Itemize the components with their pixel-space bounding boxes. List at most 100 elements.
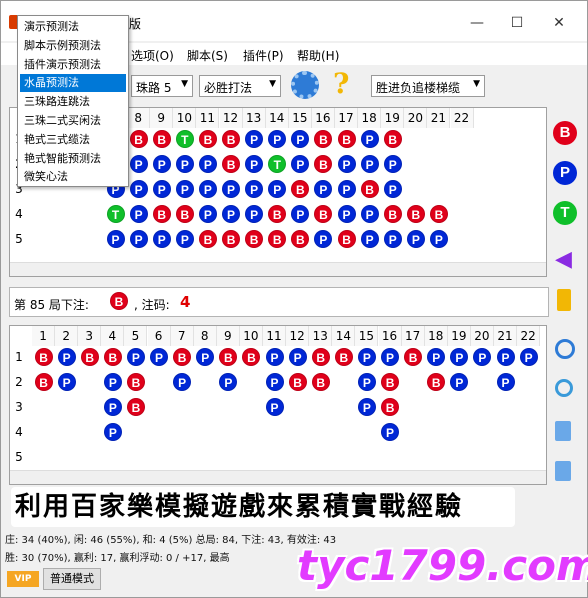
player-marker: P — [268, 130, 287, 148]
chevron-down-icon: ▼ — [181, 79, 188, 89]
export-icon[interactable] — [555, 461, 571, 481]
prediction-method-item[interactable]: 脚本示例预测法 — [20, 37, 126, 55]
player-marker: P — [383, 180, 402, 198]
banker-marker: B — [219, 348, 238, 366]
column-header: 22 — [450, 108, 474, 128]
player-marker: P — [450, 373, 469, 391]
banker-marker: B — [404, 348, 423, 366]
prediction-method-item[interactable]: 插件演示预测法 — [20, 56, 126, 74]
window-title: 版 — [129, 17, 142, 31]
column-header: 20 — [470, 326, 494, 346]
side-panel: B P T ◀ — [549, 111, 583, 491]
maximize-button[interactable]: ☐ — [497, 9, 537, 37]
banker-marker: B — [268, 230, 287, 248]
column-header: 15 — [355, 326, 379, 346]
tie-marker: T — [268, 155, 287, 173]
banker-marker: B — [126, 373, 145, 391]
prediction-method-item[interactable]: 演示预测法 — [20, 18, 126, 36]
player-marker: P — [291, 155, 310, 173]
player-marker: P — [175, 180, 194, 198]
player-marker: P — [219, 373, 238, 391]
column-header: 12 — [219, 108, 243, 128]
import-icon[interactable] — [555, 421, 571, 441]
menu-plugin[interactable]: 插件(P) — [243, 47, 284, 64]
player-marker: P — [383, 230, 402, 248]
prediction-method-item[interactable]: 水晶预测法 — [20, 74, 126, 93]
menu-options[interactable]: 选项(O) — [131, 47, 174, 64]
banker-marker: B — [427, 373, 446, 391]
tie-button[interactable]: T — [553, 201, 577, 225]
player-marker: P — [473, 348, 492, 366]
column-header: 19 — [381, 108, 405, 128]
player-marker: P — [265, 398, 284, 416]
close-button[interactable]: ✕ — [539, 9, 579, 37]
site-watermark: tyc1799.com — [297, 541, 588, 590]
banker-marker: B — [34, 373, 53, 391]
banker-marker: B — [381, 373, 400, 391]
app-window: 版 — ☐ ✕ 选项(O) 脚本(S) 插件(P) 帮助(H) 珠路 5 ▼ 必胜… — [0, 0, 588, 598]
column-header: 4 — [101, 326, 125, 346]
banker-marker: B — [222, 130, 241, 148]
banker-marker: B — [152, 205, 171, 223]
banker-marker: B — [311, 373, 330, 391]
column-header: 5 — [124, 326, 148, 346]
banker-button[interactable]: B — [553, 121, 577, 145]
gear-icon[interactable] — [291, 71, 319, 99]
player-marker: P — [150, 348, 169, 366]
row-label: 5 — [15, 232, 23, 246]
menu-script[interactable]: 脚本(S) — [187, 47, 228, 64]
banker-marker: B — [311, 348, 330, 366]
banker-marker: B — [334, 348, 353, 366]
betting-select[interactable]: 胜进负追楼梯缆 ▼ — [371, 75, 485, 97]
prediction-method-item[interactable]: 微笑心法 — [20, 168, 126, 186]
help-icon[interactable]: ? — [333, 67, 349, 100]
player-marker: P — [126, 348, 145, 366]
minimize-button[interactable]: — — [457, 9, 497, 37]
strategy-select[interactable]: 必胜打法 ▼ — [199, 75, 281, 97]
banker-marker: B — [173, 348, 192, 366]
clear-brush-icon[interactable] — [557, 289, 571, 311]
banker-marker: B — [268, 205, 287, 223]
tie-marker: T — [175, 130, 194, 148]
column-header: 12 — [286, 326, 310, 346]
column-header: 13 — [309, 326, 333, 346]
banker-marker: B — [288, 373, 307, 391]
status-prefix: 第 85 局下注: — [14, 298, 89, 312]
banker-marker: B — [103, 348, 122, 366]
column-header: 10 — [173, 108, 197, 128]
player-marker: P — [103, 398, 122, 416]
prediction-method-item[interactable]: 艳式智能预测法 — [20, 150, 126, 168]
road-select[interactable]: 珠路 5 ▼ — [131, 75, 193, 97]
column-header: 6 — [147, 326, 171, 346]
banker-marker: B — [406, 205, 425, 223]
column-header: 8 — [127, 108, 151, 128]
prediction-method-item[interactable]: 三珠路连跳法 — [20, 93, 126, 111]
player-marker: P — [291, 205, 310, 223]
banker-marker: B — [314, 205, 333, 223]
player-marker: P — [268, 180, 287, 198]
player-marker: P — [152, 155, 171, 173]
horizontal-scrollbar[interactable] — [10, 262, 546, 276]
banker-marker: B — [129, 130, 148, 148]
player-marker: P — [337, 155, 356, 173]
undo-arrow-icon[interactable]: ◀ — [555, 247, 572, 272]
normal-mode-button[interactable]: 普通模式 — [43, 568, 101, 590]
player-button[interactable]: P — [553, 161, 577, 185]
column-header: 2 — [55, 326, 79, 346]
column-header: 14 — [332, 326, 356, 346]
player-marker: P — [291, 130, 310, 148]
status-amount-label: , 注码: — [134, 298, 170, 312]
vip-badge: VIP — [7, 571, 39, 587]
prediction-method-item[interactable]: 三珠二式买闲法 — [20, 112, 126, 130]
horizontal-scrollbar[interactable] — [10, 470, 546, 484]
zoom-icon[interactable] — [555, 379, 573, 397]
status-bet-marker: B — [110, 292, 128, 310]
banker-marker: B — [34, 348, 53, 366]
player-marker: P — [198, 205, 217, 223]
bottom-road-grid: 1 2 3 4 5 6 7 8 9 10 11 12 13 14 15 16 17 18 19 20 21 22 1 B P B B… — [9, 325, 547, 485]
column-header: 15 — [288, 108, 312, 128]
prediction-method-item[interactable]: 艳式三式缆法 — [20, 131, 126, 149]
menu-help[interactable]: 帮助(H) — [297, 47, 339, 64]
player-marker: P — [57, 348, 76, 366]
refresh-icon[interactable] — [555, 339, 575, 359]
